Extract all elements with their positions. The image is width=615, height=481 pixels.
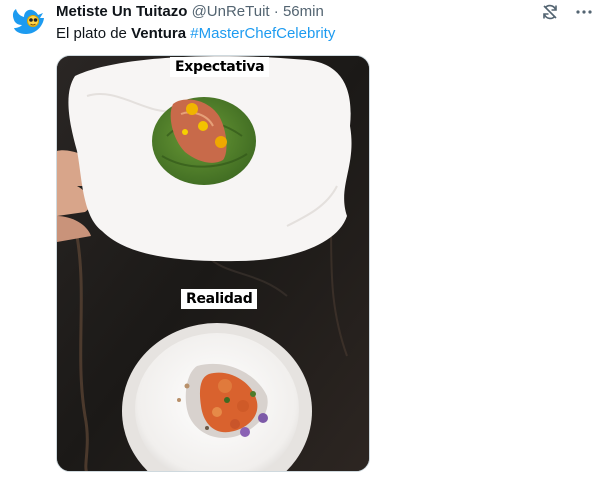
avatar[interactable] — [10, 6, 46, 38]
label-reality: Realidad — [181, 289, 258, 309]
tweet-text-bold: Ventura — [131, 25, 187, 42]
tweet-text-prefix: El plato de — [56, 25, 132, 42]
bird-avatar-icon — [12, 9, 44, 34]
user-handle[interactable]: @UnReTuit — [192, 3, 270, 20]
hashtag-link[interactable]: #MasterChefCelebrity — [190, 25, 335, 42]
more-dots-icon[interactable] — [575, 3, 593, 21]
separator-dot: · — [273, 3, 279, 20]
display-name[interactable]: Metiste Un Tuitazo — [56, 3, 187, 20]
tweet-header: Metiste Un Tuitazo @UnReTuit · 56min — [56, 2, 324, 22]
header-actions — [541, 2, 593, 22]
tweet-media-image[interactable]: Expectativa Realidad — [56, 55, 370, 472]
no-sync-icon[interactable] — [541, 3, 559, 21]
tweet: Metiste Un Tuitazo @UnReTuit · 56min El … — [0, 0, 615, 481]
food-photo — [57, 56, 369, 471]
tweet-text: El plato de Ventura #MasterChefCelebrity — [56, 24, 335, 44]
timestamp[interactable]: 56min — [283, 3, 324, 20]
label-expectation: Expectativa — [170, 57, 270, 77]
